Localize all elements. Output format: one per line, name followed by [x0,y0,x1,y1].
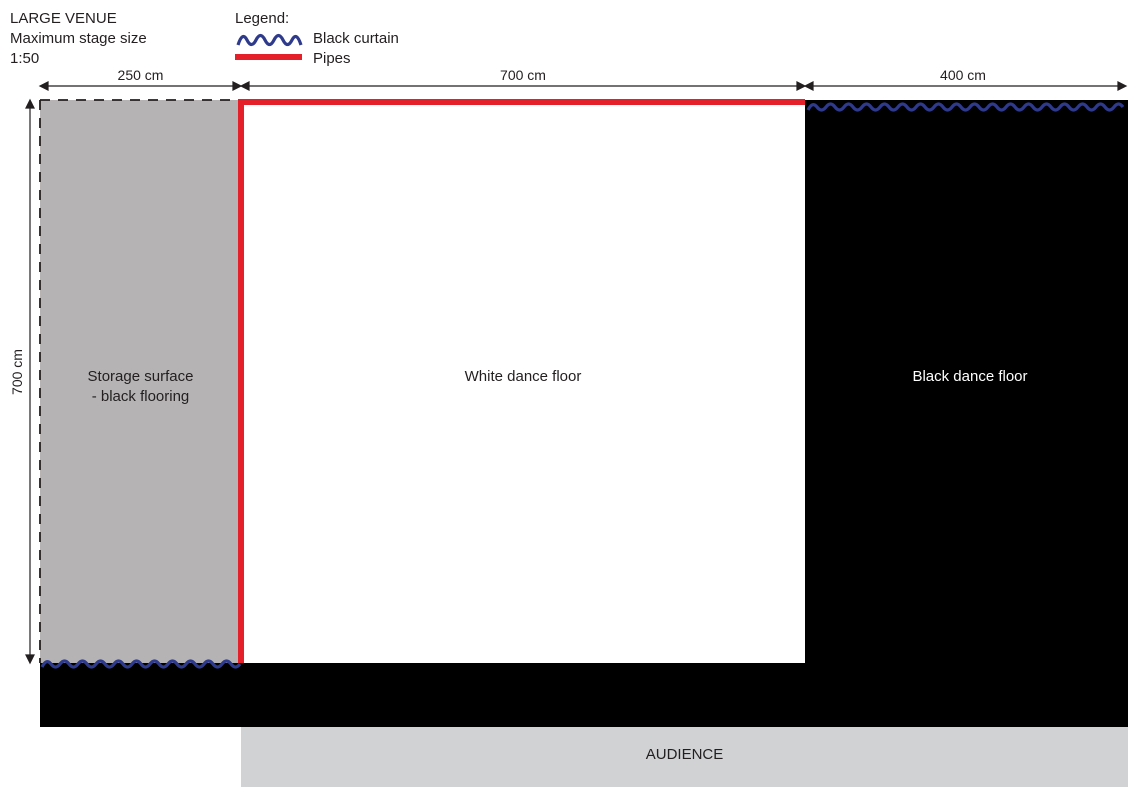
storage-width-label: 250 cm [117,67,164,83]
pipe-icon [235,54,302,60]
legend: Legend: Black curtain Pipes [235,8,435,68]
storage-surface-label: Storage surface - black flooring [87,368,194,405]
depth-label: 700 cm [9,349,25,395]
venue-title: LARGE VENUE [10,10,117,27]
white-dance-floor-label: White dance floor [464,368,582,385]
legend-heading: Legend: [235,10,290,27]
legend-label-pipes: Pipes [313,50,351,67]
venue-subtitle: Maximum stage size [10,30,147,47]
black-floor-width-label: 400 cm [940,67,986,83]
venue-scale: 1:50 [10,50,40,67]
audience-label: AUDIENCE [645,746,724,763]
white-floor-width-label: 700 cm [500,67,546,83]
curtain-icon [236,33,303,47]
legend-label-curtain: Black curtain [313,30,399,47]
black-dance-floor-label: Black dance floor [912,368,1028,385]
